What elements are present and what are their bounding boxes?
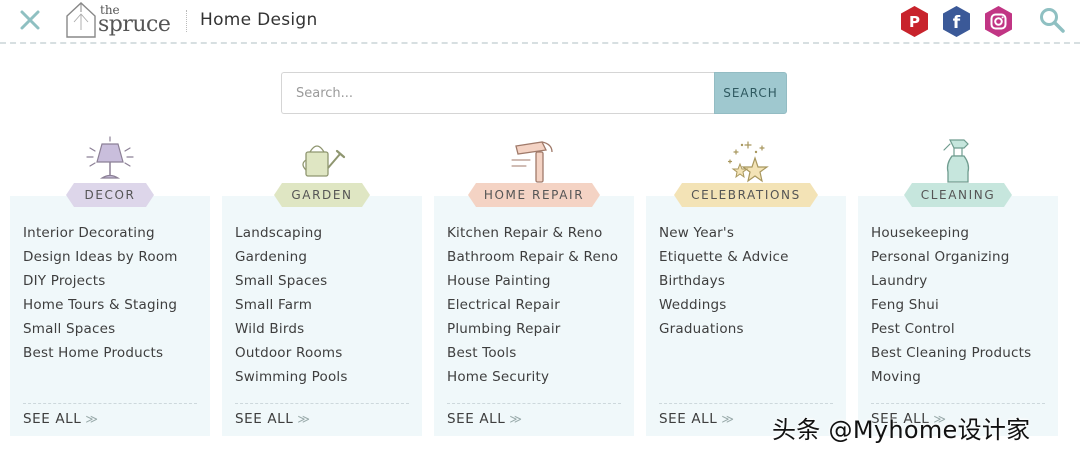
category-link[interactable]: Moving (871, 369, 1031, 393)
watering-can-icon (302, 145, 346, 177)
category-link[interactable]: Small Spaces (23, 321, 178, 345)
category-link[interactable]: Outdoor Rooms (235, 345, 348, 369)
double-chevron-right-icon: ≫ (509, 412, 523, 426)
category-column-decor: DECOR Interior Decorating Design Ideas b… (10, 136, 210, 436)
category-links: Housekeeping Personal Organizing Laundry… (871, 225, 1031, 393)
ribbon-cleaning[interactable]: CLEANING (904, 183, 1012, 207)
category-link[interactable]: Etiquette & Advice (659, 249, 789, 273)
see-all-label: SEE ALL (659, 411, 718, 427)
see-all-link[interactable]: SEE ALL ≫ (447, 411, 523, 427)
category-link[interactable]: Laundry (871, 273, 1031, 297)
stars-icon (727, 141, 769, 183)
category-link[interactable]: Small Spaces (235, 273, 348, 297)
ribbon-decor[interactable]: DECOR (66, 183, 154, 207)
category-link[interactable]: New Year's (659, 225, 789, 249)
search-input[interactable] (281, 72, 715, 114)
category-links: Interior Decorating Design Ideas by Room… (23, 225, 178, 369)
double-chevron-right-icon: ≫ (721, 412, 735, 426)
category-link[interactable]: House Painting (447, 273, 618, 297)
category-link[interactable]: Best Home Products (23, 345, 178, 369)
divider (447, 403, 621, 404)
ribbon-garden[interactable]: GARDEN (274, 183, 370, 207)
category-links: Landscaping Gardening Small Spaces Small… (235, 225, 348, 393)
close-icon[interactable] (18, 8, 42, 32)
category-link[interactable]: Interior Decorating (23, 225, 178, 249)
spray-bottle-icon (943, 139, 970, 183)
category-label: GARDEN (291, 188, 353, 202)
hammer-icon (511, 141, 553, 183)
category-link[interactable]: Design Ideas by Room (23, 249, 178, 273)
category-link[interactable]: Bathroom Repair & Reno (447, 249, 618, 273)
category-link[interactable]: Small Farm (235, 297, 348, 321)
see-all-link[interactable]: SEE ALL ≫ (23, 411, 99, 427)
category-link[interactable]: Feng Shui (871, 297, 1031, 321)
lamp-icon (86, 136, 134, 179)
search-bar: SEARCH (281, 72, 787, 114)
category-link[interactable]: Wild Birds (235, 321, 348, 345)
category-link[interactable]: Electrical Repair (447, 297, 618, 321)
logo-divider (186, 10, 187, 32)
pinterest-icon[interactable]: P (898, 5, 931, 38)
site-logo[interactable]: the spruce (62, 0, 177, 40)
category-link[interactable]: Landscaping (235, 225, 348, 249)
category-link[interactable]: Plumbing Repair (447, 321, 618, 345)
category-link[interactable]: Gardening (235, 249, 348, 273)
double-chevron-right-icon: ≫ (85, 412, 99, 426)
search-button[interactable]: SEARCH (714, 72, 787, 114)
ribbon-celebrations[interactable]: CELEBRATIONS (674, 183, 818, 207)
category-link[interactable]: Personal Organizing (871, 249, 1031, 273)
category-column-celebrations: CELEBRATIONS New Year's Etiquette & Advi… (646, 136, 846, 436)
page: the spruce Home Design P f SEARCH (0, 0, 1080, 453)
category-links: Kitchen Repair & Reno Bathroom Repair & … (447, 225, 618, 393)
category-link[interactable]: Home Tours & Staging (23, 297, 178, 321)
category-column-cleaning: CLEANING Housekeeping Personal Organizin… (858, 136, 1058, 436)
category-column-home-repair: HOME REPAIR Kitchen Repair & Reno Bathro… (434, 136, 634, 436)
pinterest-letter: P (909, 13, 920, 31)
category-label: DECOR (84, 188, 136, 202)
category-link[interactable]: Weddings (659, 297, 789, 321)
instagram-icon[interactable] (982, 5, 1015, 38)
facebook-letter: f (953, 13, 961, 33)
see-all-label: SEE ALL (447, 411, 506, 427)
divider (235, 403, 409, 404)
see-all-link[interactable]: SEE ALL ≫ (659, 411, 735, 427)
ribbon-home-repair[interactable]: HOME REPAIR (468, 183, 600, 207)
category-column-garden: GARDEN Landscaping Gardening Small Space… (222, 136, 422, 436)
category-link[interactable]: Kitchen Repair & Reno (447, 225, 618, 249)
category-link[interactable]: Graduations (659, 321, 789, 345)
category-label: HOME REPAIR (483, 188, 585, 202)
logo-text-spruce: spruce (98, 12, 171, 37)
see-all-link[interactable]: SEE ALL ≫ (235, 411, 311, 427)
search-icon[interactable] (1038, 6, 1066, 34)
see-all-label: SEE ALL (23, 411, 82, 427)
watermark-text: 头条 @Myhome设计家 (772, 416, 1031, 444)
category-label: CELEBRATIONS (691, 188, 801, 202)
category-link[interactable]: Housekeeping (871, 225, 1031, 249)
category-link[interactable]: Pest Control (871, 321, 1031, 345)
facebook-icon[interactable]: f (940, 5, 973, 38)
category-link[interactable]: Best Tools (447, 345, 618, 369)
double-chevron-right-icon: ≫ (297, 412, 311, 426)
divider (871, 403, 1045, 404)
category-link[interactable]: Swimming Pools (235, 369, 348, 393)
divider (23, 403, 197, 404)
category-links: New Year's Etiquette & Advice Birthdays … (659, 225, 789, 345)
category-link[interactable]: DIY Projects (23, 273, 178, 297)
see-all-label: SEE ALL (235, 411, 294, 427)
category-label: CLEANING (920, 188, 996, 202)
divider (659, 403, 833, 404)
house-logo-icon (66, 2, 96, 38)
category-link[interactable]: Birthdays (659, 273, 789, 297)
category-link[interactable]: Home Security (447, 369, 618, 393)
site-header: the spruce Home Design P f (0, 0, 1080, 44)
category-link[interactable]: Best Cleaning Products (871, 345, 1031, 369)
section-title[interactable]: Home Design (200, 10, 318, 30)
